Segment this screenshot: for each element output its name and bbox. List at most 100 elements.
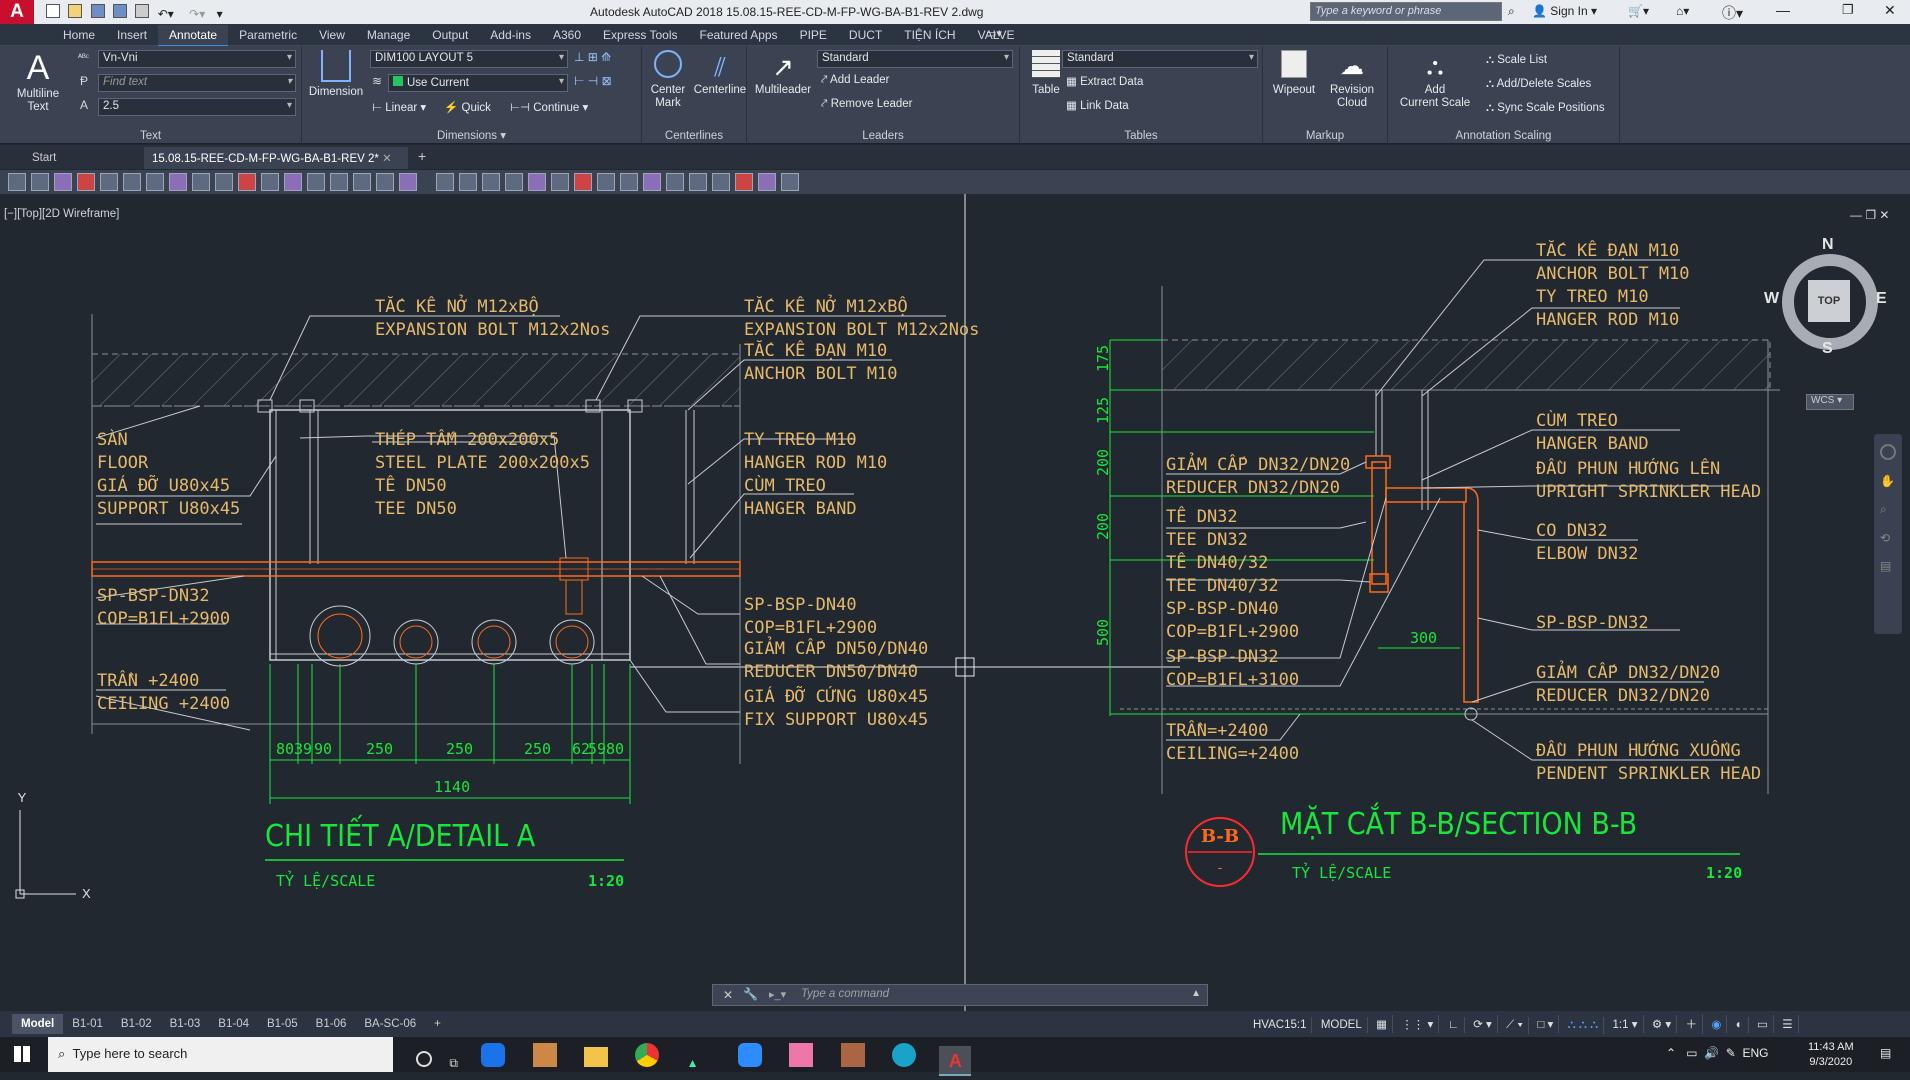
custom-tool-icon[interactable] (238, 173, 256, 191)
table-style-dropdown[interactable]: Standard (1062, 50, 1258, 68)
custom-tool-icon[interactable] (505, 173, 523, 191)
custom-tool-icon[interactable] (399, 173, 417, 191)
hardware-accel-icon[interactable]: ◉ (1706, 1015, 1728, 1033)
custom-tool-icon[interactable] (284, 173, 302, 191)
file-explorer-icon[interactable] (583, 1047, 608, 1067)
dim-style-dropdown[interactable]: DIM100 LAYOUT 5 (370, 50, 568, 68)
print-icon[interactable] (135, 4, 150, 18)
layout-tab-b1-01[interactable]: B1-01 (63, 1014, 112, 1034)
dim-style-icons[interactable]: ⊥ ⊞ ⟰ (574, 50, 611, 64)
table-button[interactable]: Table (1026, 50, 1066, 97)
custom-tool-icon[interactable] (330, 173, 348, 191)
ribbon-tab-output[interactable]: Output (421, 25, 479, 45)
scale-list-button[interactable]: ⛬ Scale List (1486, 54, 1547, 67)
command-history-icon[interactable]: ▲ (1191, 988, 1201, 999)
dim-tool-icons[interactable]: ⊢ ⊣ ⊠ (574, 74, 612, 88)
revision-cloud-button[interactable]: ☁ Revision Cloud (1323, 50, 1381, 110)
ribbon-tab-featured-apps[interactable]: Featured Apps (689, 25, 789, 45)
app-icon-1[interactable] (532, 1043, 557, 1067)
ribbon-tab-express-tools[interactable]: Express Tools (592, 25, 688, 45)
ribbon-tab-manage[interactable]: Manage (356, 25, 421, 45)
snap-icon[interactable]: ⋮⋮ ▾ (1396, 1015, 1440, 1033)
search-input[interactable]: Type a keyword or phrase (1311, 5, 1441, 17)
close-window-button[interactable]: ✕ (1884, 2, 1896, 19)
close-tab-icon[interactable]: ✕ (382, 153, 392, 165)
close-command-icon[interactable]: ✕ (723, 988, 733, 1002)
compass-north[interactable]: N (1822, 236, 1834, 254)
orbit-icon[interactable]: ⟲ (1880, 531, 1896, 545)
ribbon-tab-add-ins[interactable]: Add-ins (479, 25, 542, 45)
clean-screen-icon[interactable]: ▭ (1752, 1015, 1774, 1033)
clock[interactable]: 11:43 AM 9/3/2020 (1808, 1040, 1854, 1070)
ribbon-tab-ti-n-ch[interactable]: TIỆN ÍCH (893, 25, 966, 45)
viewcube[interactable]: TOP N S E W (1764, 236, 1890, 362)
add-current-scale-button[interactable]: ⛬ Add Current Scale (1396, 50, 1474, 110)
custom-tool-icon[interactable] (261, 173, 279, 191)
custom-tool-icon[interactable] (8, 173, 26, 191)
polar-icon[interactable]: ⟳ ▾ (1468, 1015, 1498, 1033)
sign-in-button[interactable]: 👤 Sign In ▾ (1532, 4, 1597, 18)
osnap-icon[interactable]: □ ▾ (1532, 1015, 1560, 1033)
custom-tool-icon[interactable] (123, 173, 141, 191)
custom-tool-icon[interactable] (169, 173, 187, 191)
annotation-visibility-icon[interactable]: ⛬ ⛬ ⛬ (1563, 1017, 1605, 1034)
custom-tool-icon[interactable] (643, 173, 661, 191)
zoom-icon[interactable]: ⌕ (1880, 502, 1896, 517)
text-panel-title[interactable]: Text (0, 130, 301, 142)
ribbon-tab-pipe[interactable]: PIPE (789, 25, 838, 45)
doc-tab-start[interactable]: Start (22, 149, 140, 169)
wcs-dropdown[interactable]: WCS ▾ (1806, 394, 1854, 410)
zalo-icon[interactable] (481, 1043, 506, 1067)
pan-icon[interactable]: ✋ (1880, 474, 1896, 488)
link-data-button[interactable]: ▦ Link Data (1066, 98, 1129, 112)
custom-tool-icon[interactable] (353, 173, 371, 191)
isodraft-icon[interactable]: ⟋ ▾ (1501, 1017, 1530, 1034)
doc-tab-drawing[interactable]: 15.08.15-REE-CD-M-FP-WG-BA-B1-REV 2* ✕ (144, 147, 408, 169)
add-delete-scales-button[interactable]: ⛬ Add/Delete Scales (1486, 78, 1591, 91)
command-line[interactable]: ✕ 🔧 ▸_▾ Type a command ▲ (712, 984, 1208, 1006)
center-mark-button[interactable]: Center Mark (644, 50, 692, 110)
custom-tool-icon[interactable] (758, 173, 776, 191)
ribbon-tab-insert[interactable]: Insert (106, 25, 158, 45)
restore-button[interactable]: ❐ (1842, 2, 1854, 18)
dim-layer-dropdown[interactable]: Use Current (388, 74, 568, 92)
layout-tab-b1-05[interactable]: B1-05 (258, 1014, 307, 1034)
customize-icon[interactable]: 🔧 (743, 987, 758, 1001)
custom-tool-icon[interactable] (781, 173, 799, 191)
ribbon-tab-annotate[interactable]: Annotate (158, 25, 229, 47)
custom-tool-icon[interactable] (574, 173, 592, 191)
custom-tool-icon[interactable] (31, 173, 49, 191)
plus-icon[interactable]: ＋ (1680, 1014, 1703, 1034)
layout-tab-model[interactable]: Model (12, 1014, 64, 1034)
custom-tool-icon[interactable] (597, 173, 615, 191)
custom-tool-icon[interactable] (620, 173, 638, 191)
add-layout-button[interactable]: + (425, 1014, 450, 1034)
taskbar-search[interactable]: ⌕ Type here to search (48, 1037, 393, 1072)
windows-start-icon[interactable] (14, 1046, 30, 1062)
grid-icon[interactable]: ▦ (1371, 1015, 1393, 1033)
custom-tool-icon[interactable] (551, 173, 569, 191)
sync-scale-positions-button[interactable]: ⛬ Sync Scale Positions (1486, 102, 1605, 115)
custom-tool-icon[interactable] (77, 173, 95, 191)
layout-tab-b1-04[interactable]: B1-04 (209, 1014, 258, 1034)
app-icon-3[interactable] (840, 1043, 865, 1067)
new-tab-button[interactable]: + (418, 148, 426, 164)
minimize-button[interactable]: — (1776, 2, 1790, 18)
ribbon-tab-duct[interactable]: DUCT (838, 25, 893, 45)
ribbon-tab-a360[interactable]: A360 (542, 25, 592, 45)
leader-style-dropdown[interactable]: Standard (817, 50, 1013, 68)
cart-icon[interactable]: 🛒▾ (1628, 4, 1649, 18)
ribbon-toggle-icon[interactable]: ▭▾ (986, 27, 1002, 40)
edge-icon[interactable] (892, 1043, 917, 1067)
custom-tool-icon[interactable] (307, 173, 325, 191)
undo-icon[interactable]: ↶▾ (158, 7, 174, 21)
app-icon-2[interactable] (789, 1043, 814, 1067)
save-icon[interactable] (90, 4, 105, 18)
notifications-icon[interactable]: ▤ (1880, 1046, 1891, 1060)
ribbon-tab-home[interactable]: Home (52, 25, 106, 45)
workspace-dropdown-icon[interactable]: ▾ (217, 7, 223, 21)
cad-drawing[interactable]: TẮC KÊ NỞ M12xBỘEXPANSION BOLT M12x2NosT… (0, 194, 1910, 1011)
customization-icon[interactable]: ☰ (1777, 1015, 1799, 1033)
new-icon[interactable] (46, 4, 60, 18)
autodesk-app-taskbar-icon[interactable]: ▲ (687, 1056, 711, 1080)
